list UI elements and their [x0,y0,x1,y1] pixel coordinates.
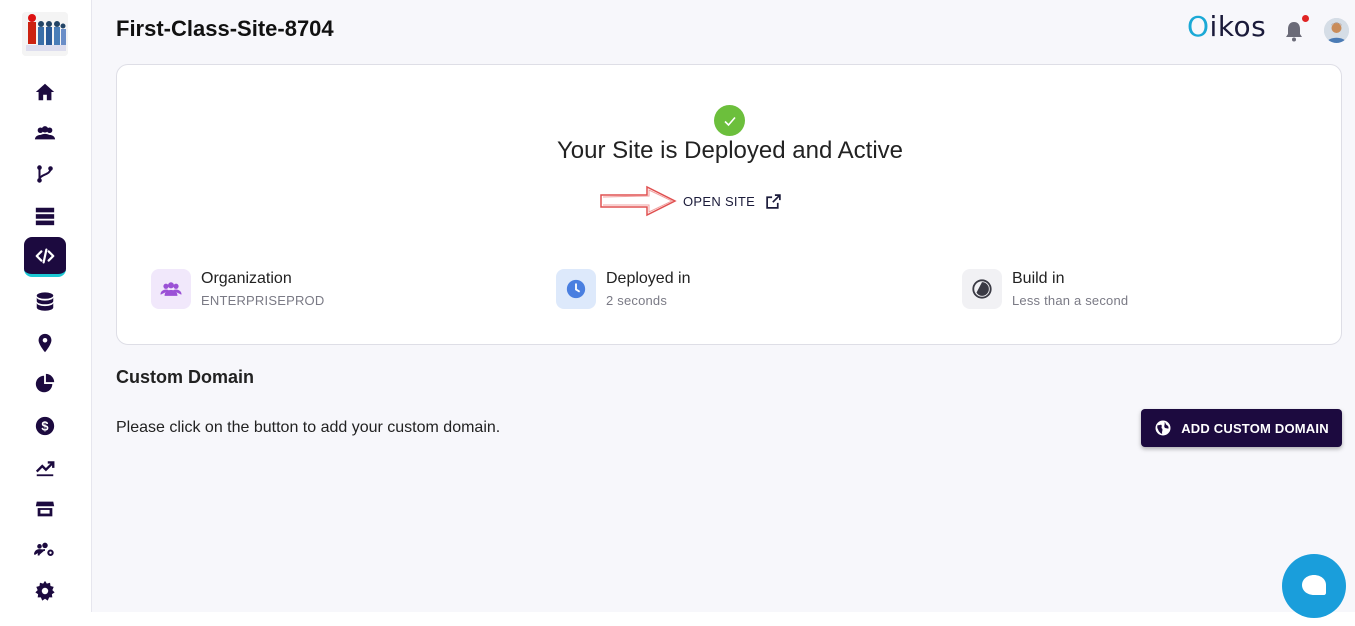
open-site-label: OPEN SITE [683,194,756,209]
bell-icon [1286,22,1302,42]
sidebar-item-billing[interactable]: $ [24,407,66,445]
sidebar-item-store[interactable] [24,490,66,528]
dollar-icon: $ [35,416,55,436]
store-icon [35,501,55,517]
external-link-icon [766,194,781,209]
sidebar-item-servers[interactable] [24,197,66,235]
users-icon [151,269,191,309]
user-settings-icon [34,542,54,556]
database-icon [36,292,54,311]
open-site-link[interactable]: OPEN SITE [683,193,782,210]
sidebar-item-analytics[interactable] [24,365,66,403]
page-title: First-Class-Site-8704 [116,16,334,41]
stat-value: 2 seconds [606,293,668,308]
stat-label: Deployed in [606,270,691,287]
stat-label: Build in [1012,270,1065,287]
sidebar-item-code[interactable] [24,237,66,277]
annotation-arrow-icon [600,185,677,217]
sidebar-item-git[interactable] [24,155,66,193]
avatar[interactable] [1324,18,1349,43]
notification-dot [1302,15,1309,22]
home-icon [35,83,55,101]
custom-domain-title: Custom Domain [116,367,255,387]
add-custom-domain-label: ADD CUSTOM DOMAIN [1181,420,1329,436]
stat-label: Organization [201,270,292,287]
chat-icon [1302,575,1326,595]
half-circle-icon [962,269,1002,309]
sidebar-item-settings[interactable] [24,572,66,610]
sidebar-item-database[interactable] [24,283,66,321]
sidebar-item-user-settings[interactable] [24,531,66,569]
stat-value: Less than a second [1012,293,1129,308]
sidebar-item-locations[interactable] [24,324,66,362]
svg-text:$: $ [41,419,48,434]
trending-icon [35,461,55,477]
clock-icon [556,269,596,309]
branch-icon [37,165,53,183]
brand-logo-o: O [1187,10,1210,43]
brand-logo-text: ikos [1209,10,1267,43]
stat-value: ENTERPRISEPROD [201,293,325,308]
stat-deployed-in: Deployed in 2 seconds [556,269,691,309]
code-icon [35,247,55,264]
stat-build-in: Build in Less than a second [962,269,1128,309]
sidebar: $ [0,0,92,612]
deployment-status-title: Your Site is Deployed and Active [557,137,903,164]
sidebar-item-home[interactable] [24,73,66,111]
globe-icon [1155,420,1171,436]
users-icon [34,126,56,140]
deployment-card: Your Site is Deployed and Active OPEN SI… [116,64,1342,345]
server-icon [35,207,55,226]
location-icon [38,333,52,353]
avatar-icon [1324,18,1349,43]
brand-logo: Oikos [1187,10,1266,43]
notifications-button[interactable] [1284,20,1304,42]
chat-launcher-button[interactable] [1282,554,1346,618]
gear-icon [35,580,55,601]
stat-organization: Organization ENTERPRISEPROD [151,269,324,309]
sidebar-item-metrics[interactable] [24,448,66,486]
app-logo[interactable] [22,12,68,56]
bottom-scrollbar-area [0,612,1355,626]
pie-chart-icon [35,373,55,393]
success-check-icon [714,105,745,136]
custom-domain-hint: Please click on the button to add your c… [116,419,501,436]
sidebar-item-teams[interactable] [24,114,66,152]
add-custom-domain-button[interactable]: ADD CUSTOM DOMAIN [1141,409,1342,447]
